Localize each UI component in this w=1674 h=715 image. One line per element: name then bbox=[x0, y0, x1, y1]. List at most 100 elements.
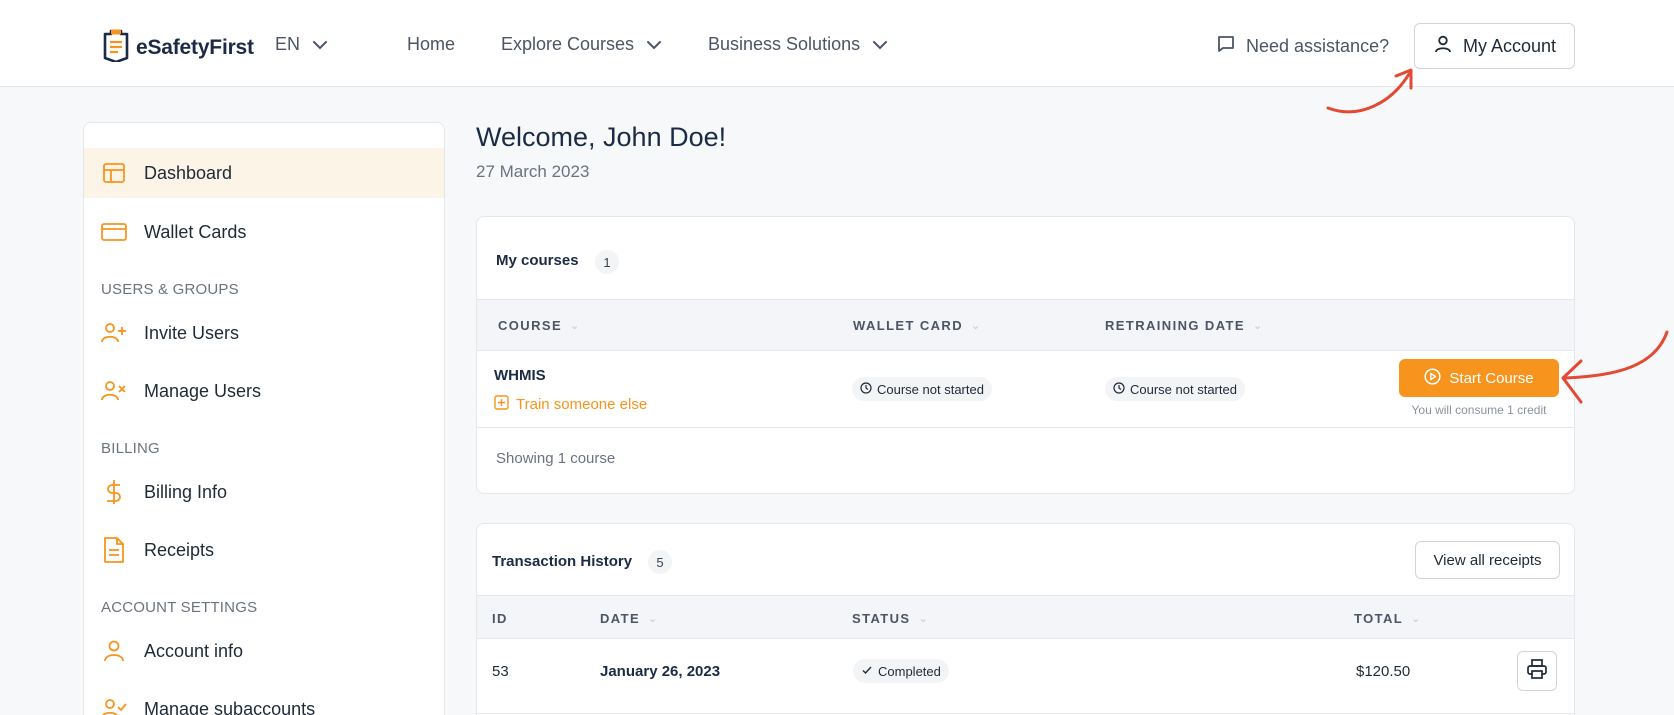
print-receipt-button[interactable] bbox=[1517, 651, 1557, 691]
retraining-date-status-label: Course not started bbox=[1130, 381, 1237, 397]
clipboard-shield-icon bbox=[102, 28, 130, 67]
column-wallet-card[interactable]: WALLET CARD ⌄ bbox=[853, 318, 982, 333]
nav-explore-courses-label: Explore Courses bbox=[501, 34, 635, 54]
user-icon bbox=[101, 638, 127, 664]
my-account-label: My Account bbox=[1462, 35, 1557, 56]
annotation-arrow-account bbox=[1326, 68, 1413, 114]
chevron-down-icon: ⌄ bbox=[570, 320, 581, 332]
sidebar-item-manage-subaccounts[interactable]: Manage subaccounts bbox=[84, 684, 444, 715]
sidebar-item-label: Billing Info bbox=[144, 481, 228, 502]
my-account-button[interactable]: My Account bbox=[1414, 23, 1575, 69]
need-assistance-label: Need assistance? bbox=[1246, 36, 1390, 56]
play-circle-icon bbox=[1424, 367, 1441, 389]
chevron-down-icon: ⌄ bbox=[648, 613, 659, 625]
transactions-table-header: ID DATE ⌄ STATUS ⌄ TOTAL ⌄ bbox=[477, 595, 1574, 639]
column-total[interactable]: TOTAL ⌄ bbox=[1354, 611, 1422, 626]
chevron-down-icon bbox=[646, 34, 662, 55]
sidebar-item-billing-info[interactable]: Billing Info bbox=[84, 467, 444, 517]
column-status[interactable]: STATUS ⌄ bbox=[852, 611, 929, 626]
current-date: 27 March 2023 bbox=[476, 162, 590, 181]
transaction-status-label: Completed bbox=[878, 663, 941, 679]
column-course[interactable]: COURSE ⌄ bbox=[498, 318, 581, 333]
user-check-icon bbox=[101, 696, 127, 715]
sidebar-item-label: Wallet Cards bbox=[144, 221, 247, 242]
courses-count-badge: 1 bbox=[595, 250, 619, 274]
transaction-id: 53 bbox=[492, 663, 509, 680]
page-title: Welcome, John Doe! bbox=[476, 122, 727, 152]
sidebar-item-label: Account info bbox=[144, 640, 244, 661]
chevron-down-icon: ⌄ bbox=[971, 320, 982, 332]
view-all-receipts-button[interactable]: View all receipts bbox=[1415, 541, 1560, 579]
sidebar-item-receipts[interactable]: Receipts bbox=[84, 525, 444, 575]
need-assistance-link[interactable]: Need assistance? bbox=[1216, 34, 1389, 59]
column-total-label: TOTAL bbox=[1354, 611, 1404, 626]
user-icon bbox=[1433, 34, 1453, 59]
chevron-down-icon bbox=[872, 34, 888, 55]
column-retraining-date[interactable]: RETRAINING DATE ⌄ bbox=[1105, 318, 1264, 333]
nav-business-solutions[interactable]: Business Solutions bbox=[708, 34, 888, 55]
brand-name: eSafetyFirst bbox=[136, 35, 254, 59]
chevron-down-icon: ⌄ bbox=[918, 613, 930, 625]
sidebar-item-manage-users[interactable]: Manage Users bbox=[84, 366, 444, 416]
start-course-button[interactable]: Start Course bbox=[1399, 359, 1559, 397]
sidebar-item-label: Receipts bbox=[144, 539, 215, 560]
sidebar-item-label: Manage Users bbox=[144, 380, 262, 401]
layout-icon bbox=[101, 160, 127, 186]
user-x-icon bbox=[101, 378, 127, 404]
column-date-label: DATE bbox=[600, 611, 641, 626]
retraining-date-status-badge: Course not started bbox=[1105, 377, 1245, 401]
sidebar: Dashboard Wallet Cards USERS & GROUPS In… bbox=[83, 122, 445, 715]
brand-logo[interactable]: eSafetyFirst bbox=[102, 28, 254, 67]
nav-home[interactable]: Home bbox=[407, 34, 455, 55]
wallet-card-status-label: Course not started bbox=[877, 381, 984, 397]
column-id-label: ID bbox=[492, 611, 508, 626]
column-id: ID bbox=[492, 611, 508, 626]
section-billing: BILLING bbox=[101, 440, 160, 457]
row-divider bbox=[477, 713, 1574, 714]
sidebar-item-account-info[interactable]: Account info bbox=[84, 626, 444, 676]
plus-square-icon bbox=[494, 395, 509, 414]
chevron-down-icon bbox=[312, 34, 328, 55]
credit-note: You will consume 1 credit bbox=[1411, 403, 1547, 417]
check-icon bbox=[861, 664, 873, 679]
transaction-total: $120.50 bbox=[1356, 663, 1411, 680]
my-courses-title: My courses bbox=[496, 252, 579, 269]
column-status-label: STATUS bbox=[852, 611, 911, 626]
language-selector[interactable]: EN bbox=[275, 34, 328, 55]
section-users-groups: USERS & GROUPS bbox=[101, 281, 239, 298]
transaction-status-badge: Completed bbox=[853, 659, 949, 683]
transactions-count-badge: 5 bbox=[648, 550, 672, 574]
courses-footer: Showing 1 course bbox=[496, 450, 616, 467]
start-course-label: Start Course bbox=[1449, 369, 1534, 387]
column-wallet-card-label: WALLET CARD bbox=[853, 318, 963, 333]
sidebar-item-dashboard[interactable]: Dashboard bbox=[84, 148, 444, 198]
credit-card-icon bbox=[101, 219, 127, 245]
column-date[interactable]: DATE ⌄ bbox=[600, 611, 659, 626]
sidebar-item-invite-users[interactable]: Invite Users bbox=[84, 308, 444, 358]
view-all-receipts-label: View all receipts bbox=[1433, 551, 1542, 569]
course-name: WHMIS bbox=[494, 367, 546, 384]
transaction-date: January 26, 2023 bbox=[600, 663, 721, 680]
row-divider bbox=[477, 427, 1574, 428]
language-label: EN bbox=[275, 34, 301, 54]
chat-icon bbox=[1216, 34, 1236, 59]
column-course-label: COURSE bbox=[498, 318, 563, 333]
train-someone-else-label: Train someone else bbox=[516, 396, 648, 413]
courses-table-header: COURSE ⌄ WALLET CARD ⌄ RETRAINING DATE ⌄ bbox=[477, 299, 1574, 351]
my-courses-card: My courses 1 COURSE ⌄ WALLET CARD ⌄ RETR… bbox=[476, 216, 1575, 494]
printer-icon bbox=[1526, 658, 1548, 685]
clock-icon bbox=[860, 381, 872, 397]
annotation-arrow-start-course bbox=[1561, 330, 1669, 404]
section-account-settings: ACCOUNT SETTINGS bbox=[101, 599, 258, 616]
sidebar-item-wallet-cards[interactable]: Wallet Cards bbox=[84, 207, 444, 257]
document-icon bbox=[101, 537, 127, 563]
nav-business-solutions-label: Business Solutions bbox=[708, 34, 861, 54]
column-retraining-date-label: RETRAINING DATE bbox=[1105, 318, 1245, 333]
chevron-down-icon: ⌄ bbox=[1411, 613, 1422, 625]
nav-explore-courses[interactable]: Explore Courses bbox=[501, 34, 662, 55]
sidebar-item-label: Dashboard bbox=[144, 162, 233, 183]
wallet-card-status-badge: Course not started bbox=[852, 377, 992, 401]
sidebar-item-label: Manage subaccounts bbox=[144, 698, 316, 715]
train-someone-else-link[interactable]: Train someone else bbox=[494, 395, 647, 414]
nav-home-label: Home bbox=[407, 34, 456, 54]
